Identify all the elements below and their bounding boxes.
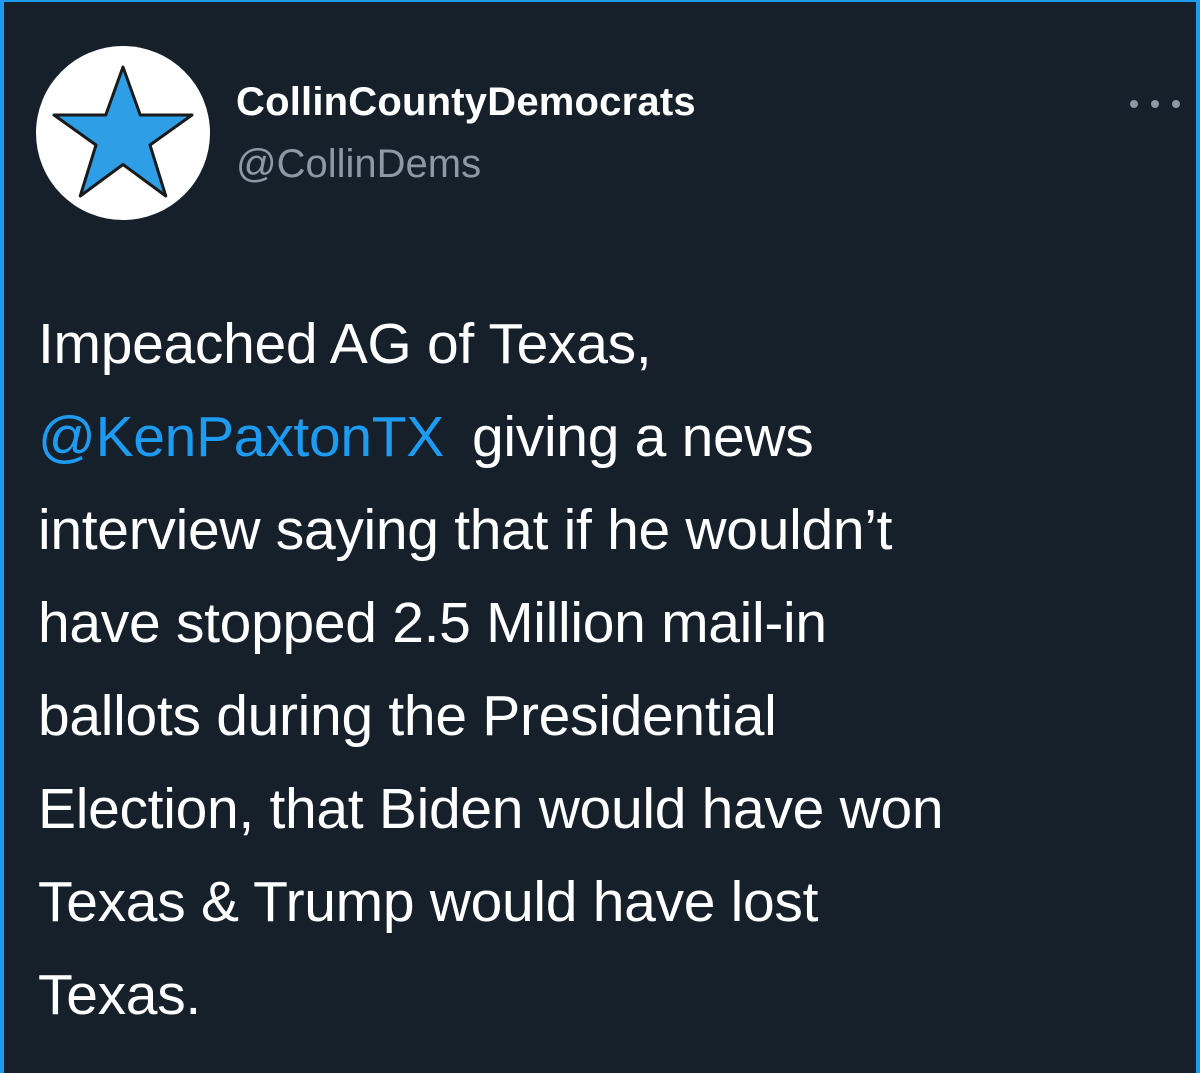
- user-handle[interactable]: @CollinDems: [236, 142, 481, 187]
- star-icon: [52, 65, 194, 198]
- tweet-line: @KenPaxtonTX giving a news: [38, 391, 1178, 484]
- dot: [1172, 100, 1180, 108]
- tweet-line: interview saying that if he wouldn’t: [38, 498, 893, 562]
- tweet-card: CollinCountyDemocrats @CollinDems Impeac…: [0, 0, 1200, 1073]
- tweet-line: Election, that Biden would have won: [38, 777, 944, 841]
- tweet-line: have stopped 2.5 Million mail-in: [38, 591, 827, 655]
- mention-link[interactable]: @KenPaxtonTX: [38, 405, 444, 469]
- avatar[interactable]: [36, 46, 210, 220]
- dot: [1130, 100, 1138, 108]
- display-name[interactable]: CollinCountyDemocrats: [236, 80, 696, 125]
- dot: [1151, 100, 1159, 108]
- tweet-line: Texas.: [38, 963, 201, 1027]
- tweet-line: ballots during the Presidential: [38, 684, 777, 748]
- more-horizontal-icon[interactable]: [1130, 94, 1180, 114]
- tweet-line-text: giving a news: [471, 405, 814, 469]
- tweet-line: Texas & Trump would have lost: [38, 870, 819, 934]
- tweet-text: Impeached AG of Texas, @KenPaxtonTX givin…: [38, 298, 1178, 1042]
- tweet-line: Impeached AG of Texas,: [38, 312, 652, 376]
